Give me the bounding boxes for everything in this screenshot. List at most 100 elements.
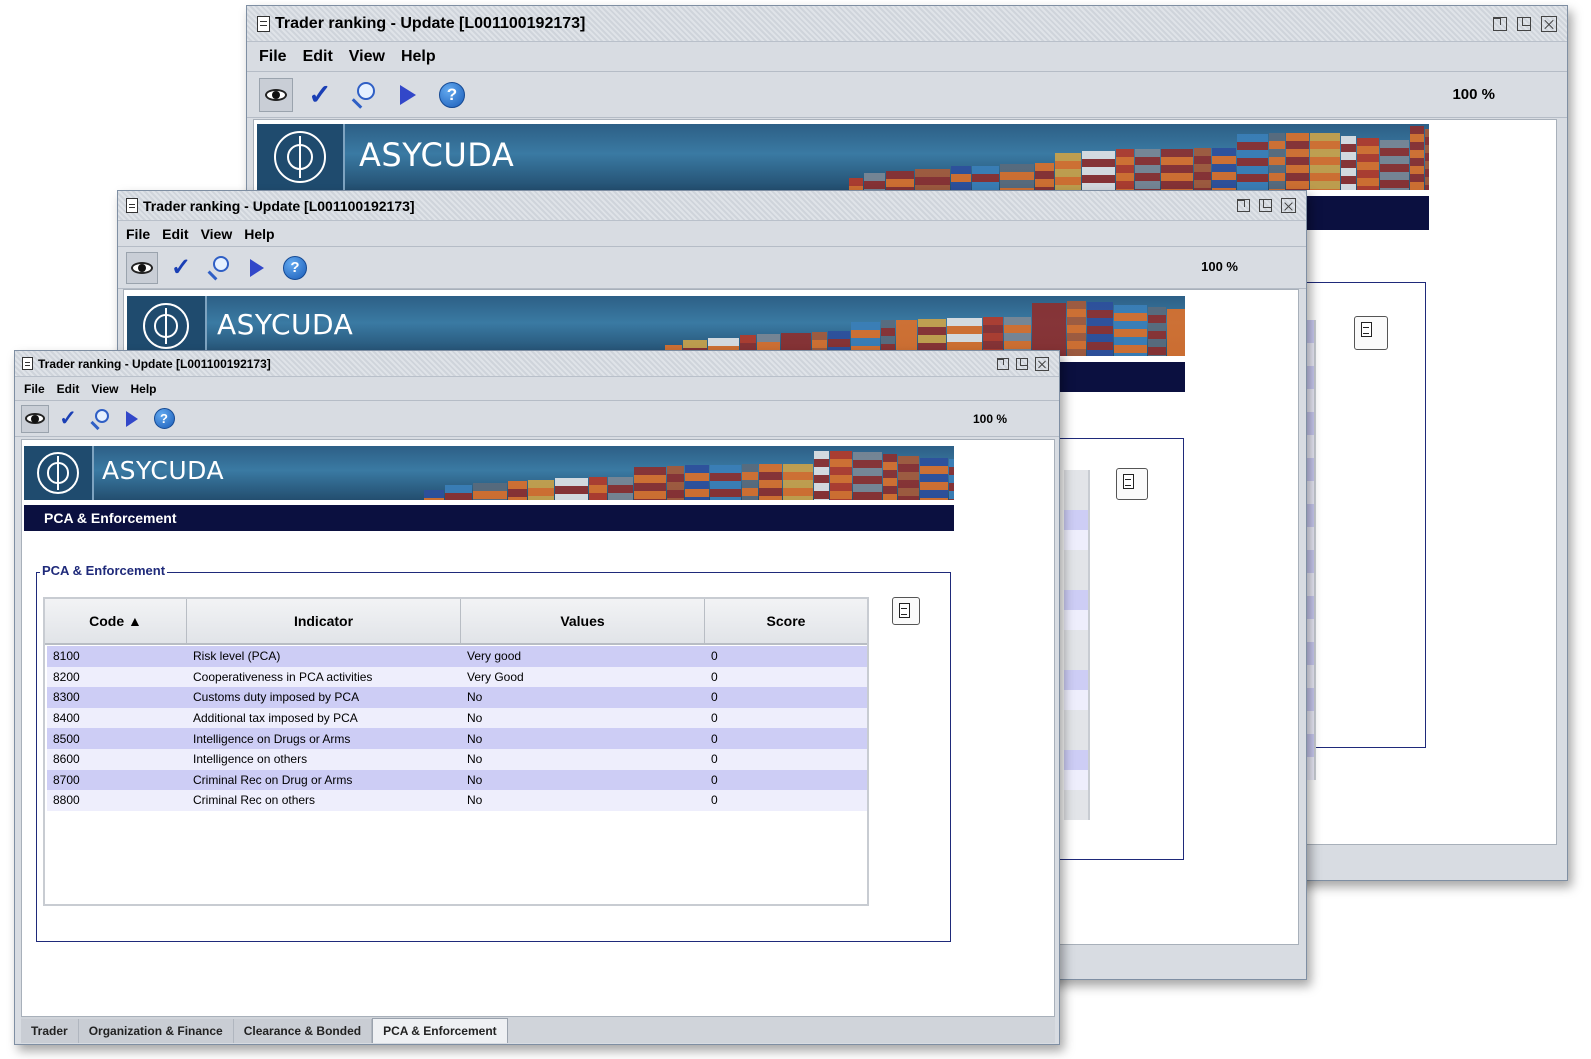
cell-code: 8400 bbox=[53, 711, 80, 726]
export-doc-icon[interactable] bbox=[1116, 468, 1148, 500]
container-stack bbox=[589, 477, 607, 500]
menu-help[interactable]: Help bbox=[393, 48, 444, 66]
tab-trader[interactable]: Trader bbox=[21, 1019, 79, 1043]
container-stack bbox=[1380, 140, 1409, 190]
menu-file[interactable]: File bbox=[251, 48, 295, 66]
brand-name: ASYCUDA bbox=[359, 136, 515, 174]
menu-view[interactable]: View bbox=[195, 226, 239, 242]
maximize-icon[interactable] bbox=[1259, 199, 1272, 212]
find-button[interactable] bbox=[204, 253, 234, 283]
menu-help[interactable]: Help bbox=[238, 226, 280, 242]
check-icon: ✓ bbox=[170, 254, 192, 281]
toolbar: ✓ ? 100 % bbox=[118, 247, 1306, 289]
container-stack bbox=[1114, 305, 1147, 356]
validate-button[interactable]: ✓ bbox=[55, 406, 81, 432]
cell-code: 8500 bbox=[53, 731, 80, 746]
document-icon bbox=[257, 15, 270, 32]
minimize-icon[interactable] bbox=[1493, 16, 1507, 31]
container-stack bbox=[473, 483, 507, 500]
menu-bar: File Edit View Help bbox=[15, 377, 1059, 401]
cell-indicator: Criminal Rec on Drug or Arms bbox=[193, 772, 353, 787]
cell-code: 8800 bbox=[53, 793, 80, 808]
close-icon[interactable] bbox=[1035, 356, 1049, 371]
tab-organization-finance[interactable]: Organization & Finance bbox=[78, 1019, 234, 1043]
tab-pca-enforcement[interactable]: PCA & Enforcement bbox=[372, 1018, 508, 1043]
container-stack bbox=[1310, 133, 1340, 190]
cell-score: 0 bbox=[711, 752, 718, 767]
container-stack bbox=[445, 485, 472, 500]
view-button[interactable] bbox=[21, 404, 49, 433]
toolbar: ✓ ? 100 % bbox=[247, 72, 1567, 118]
tab-clearance-bonded[interactable]: Clearance & Bonded bbox=[233, 1019, 373, 1043]
menu-help[interactable]: Help bbox=[124, 382, 162, 396]
export-doc-icon[interactable] bbox=[892, 597, 920, 625]
column-header-indicator[interactable]: Indicator bbox=[187, 599, 461, 643]
minimize-icon[interactable] bbox=[1237, 199, 1250, 212]
container-stack bbox=[508, 481, 527, 500]
menu-edit[interactable]: Edit bbox=[51, 382, 86, 396]
cell-value: No bbox=[467, 752, 483, 767]
cell-score: 0 bbox=[711, 669, 718, 684]
export-doc-icon[interactable] bbox=[1354, 316, 1388, 350]
table-row[interactable]: 8200 Cooperativeness in PCA activities V… bbox=[47, 666, 867, 688]
cell-value: No bbox=[467, 711, 483, 726]
container-stack bbox=[667, 466, 684, 500]
table-row[interactable]: 8600 Intelligence on others No 0 bbox=[47, 748, 867, 770]
table-row[interactable]: 8400 Additional tax imposed by PCA No 0 bbox=[47, 707, 867, 729]
table-row[interactable]: 8800 Criminal Rec on others No 0 bbox=[47, 790, 867, 811]
container-stack bbox=[742, 464, 758, 500]
maximize-icon[interactable] bbox=[1517, 16, 1531, 31]
column-header-values[interactable]: Values bbox=[461, 599, 705, 643]
next-button[interactable] bbox=[391, 78, 425, 112]
menu-edit[interactable]: Edit bbox=[156, 226, 194, 242]
container-stack bbox=[1067, 301, 1086, 356]
validate-button[interactable]: ✓ bbox=[303, 78, 337, 112]
table-row[interactable]: 8700 Criminal Rec on Drug or Arms No 0 bbox=[47, 769, 867, 791]
find-button[interactable] bbox=[87, 406, 113, 432]
next-button[interactable] bbox=[242, 253, 272, 283]
help-button[interactable]: ? bbox=[435, 78, 469, 112]
check-icon: ✓ bbox=[308, 79, 332, 110]
container-stack bbox=[853, 452, 882, 500]
window-front: Trader ranking - Update [L001100192173] … bbox=[14, 350, 1060, 1045]
menu-view[interactable]: View bbox=[341, 48, 393, 66]
menu-file[interactable]: File bbox=[18, 382, 51, 396]
container-stack bbox=[759, 464, 782, 500]
help-button[interactable]: ? bbox=[280, 253, 310, 283]
menu-edit[interactable]: Edit bbox=[295, 48, 341, 66]
table-row[interactable]: 8300 Customs duty imposed by PCA No 0 bbox=[47, 687, 867, 708]
column-header-score[interactable]: Score bbox=[705, 599, 867, 643]
title-bar[interactable]: Trader ranking - Update [L001100192173] bbox=[247, 6, 1567, 42]
validate-button[interactable]: ✓ bbox=[166, 253, 196, 283]
container-stack bbox=[1357, 138, 1379, 190]
cell-score: 0 bbox=[711, 690, 718, 705]
view-button[interactable] bbox=[126, 251, 158, 284]
next-button[interactable] bbox=[119, 406, 145, 432]
cell-value: Very Good bbox=[467, 669, 524, 684]
maximize-icon[interactable] bbox=[1016, 357, 1028, 370]
un-logo-icon bbox=[143, 303, 189, 349]
un-logo-icon bbox=[37, 452, 79, 494]
title-bar[interactable]: Trader ranking - Update [L001100192173] bbox=[118, 191, 1306, 221]
minimize-icon[interactable] bbox=[997, 357, 1009, 370]
table-row[interactable]: 8500 Intelligence on Drugs or Arms No 0 bbox=[47, 728, 867, 749]
zoom-level: 100 % bbox=[1452, 86, 1495, 103]
find-button[interactable] bbox=[347, 78, 381, 112]
toolbar: ✓ ? 100 % bbox=[15, 401, 1059, 437]
container-stack bbox=[1000, 164, 1034, 190]
menu-view[interactable]: View bbox=[85, 382, 124, 396]
container-stack bbox=[1161, 149, 1193, 190]
help-button[interactable]: ? bbox=[151, 406, 177, 432]
tab-bar: Trader Organization & Finance Clearance … bbox=[21, 1017, 1055, 1043]
container-stack bbox=[783, 464, 813, 500]
cell-value: No bbox=[467, 690, 483, 705]
view-button[interactable] bbox=[259, 77, 293, 112]
eye-icon bbox=[265, 88, 287, 101]
menu-file[interactable]: File bbox=[120, 226, 156, 242]
close-icon[interactable] bbox=[1281, 198, 1296, 213]
column-header-code[interactable]: Code ▲ bbox=[45, 599, 187, 643]
table-row[interactable]: 8100 Risk level (PCA) Very good 0 bbox=[47, 646, 867, 667]
title-bar[interactable]: Trader ranking - Update [L001100192173] bbox=[15, 351, 1059, 377]
close-icon[interactable] bbox=[1541, 15, 1557, 32]
cell-indicator: Additional tax imposed by PCA bbox=[193, 711, 358, 726]
